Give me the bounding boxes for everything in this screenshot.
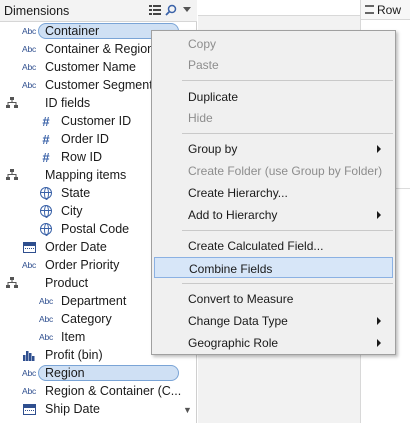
submenu-arrow-icon [377,317,381,325]
globe-icon [36,204,56,218]
histogram-icon [19,348,39,362]
menu-item-add-to-hierarchy[interactable]: Add to Hierarchy [154,204,393,225]
menu-item-create-calculated-field[interactable]: Create Calculated Field... [154,235,393,256]
submenu-arrow-icon [377,339,381,347]
dropdown-arrow-icon[interactable] [180,3,194,17]
shelf-strip [198,0,360,16]
string-type-icon: Abc [38,314,54,324]
field-label: Customer ID [61,114,132,128]
menu-separator [182,283,393,284]
hierarchy-label: Product [45,276,89,290]
menu-item-label: Convert to Measure [188,292,294,306]
field-label: Category [61,312,112,326]
hierarchy-icon [2,168,22,182]
menu-item-label: Group by [188,142,238,156]
menu-item-label: Add to Hierarchy [188,208,278,222]
field-label: Postal Code [61,222,130,236]
menu-item-duplicate[interactable]: Duplicate [154,86,393,107]
data-pane-header: Dimensions [0,0,197,22]
string-type-icon: Abc [21,62,37,72]
menu-item-label: Copy [188,37,217,51]
calendar-icon [19,402,39,416]
field-label: Container [45,24,100,38]
menu-item-label: Create Calculated Field... [188,239,324,253]
menu-item-label: Create Hierarchy... [188,186,288,200]
globe-icon [36,222,56,236]
search-icon[interactable] [164,3,178,17]
calendar-icon [19,240,39,254]
number-type-icon: # [42,131,50,147]
field-region-container-combined[interactable]: Abc Region & Container (C... [0,382,197,400]
hierarchy-label: Mapping items [45,168,127,182]
field-region[interactable]: Abc Region [0,364,197,382]
menu-item-label: Change Data Type [188,314,288,328]
menu-item-convert-to-measure[interactable]: Convert to Measure [154,288,393,309]
field-label: Region & Container (C... [45,384,182,398]
field-label: State [61,186,91,200]
string-type-icon: Abc [38,332,54,342]
field-label: Region [45,366,85,380]
menu-item-hide[interactable]: Hide [154,107,393,128]
string-type-icon: Abc [21,26,37,36]
field-ship-date[interactable]: Ship Date [0,400,197,418]
string-type-icon: Abc [21,260,37,270]
string-type-icon: Abc [21,386,37,396]
menu-separator [182,230,393,231]
field-label: Customer Segment [45,78,153,92]
globe-icon [36,186,56,200]
menu-item-copy[interactable]: Copy [154,33,393,54]
string-type-icon: Abc [21,368,37,378]
field-label: Order Date [45,240,107,254]
rows-icon [365,5,374,14]
menu-separator [182,133,393,134]
list-view-icon[interactable] [148,3,162,17]
menu-item-combine-fields[interactable]: Combine Fields [154,257,393,278]
menu-item-label: Geographic Role [188,336,279,350]
field-label: Ship Date [45,402,100,416]
field-label: Item [61,330,86,344]
menu-item-label: Paste [188,58,219,72]
menu-item-geographic-role[interactable]: Geographic Role [154,332,393,353]
field-label: Profit (bin) [45,348,103,362]
context-menu: Copy Paste Duplicate Hide Group by Creat… [151,30,396,355]
scroll-down-icon[interactable]: ▼ [183,405,192,415]
menu-item-create-folder[interactable]: Create Folder (use Group by Folder) [154,160,393,181]
number-type-icon: # [42,149,50,165]
menu-item-label: Hide [188,111,213,125]
string-type-icon: Abc [21,44,37,54]
submenu-arrow-icon [377,145,381,153]
hierarchy-label: ID fields [45,96,91,110]
menu-item-label: Duplicate [188,90,239,104]
menu-item-paste[interactable]: Paste [154,54,393,75]
field-label: Row ID [61,150,102,164]
string-type-icon: Abc [38,296,54,306]
field-label: Order Priority [45,258,120,272]
menu-item-label: Combine Fields [189,262,273,276]
field-label: Order ID [61,132,109,146]
submenu-arrow-icon [377,211,381,219]
field-label: Customer Name [45,60,136,74]
field-label: City [61,204,83,218]
rows-shelf[interactable]: Row [361,0,410,20]
number-type-icon: # [42,113,50,129]
field-label: Container & Region [45,42,155,56]
menu-separator [182,80,393,81]
rows-shelf-label: Row [377,3,402,17]
menu-item-create-hierarchy[interactable]: Create Hierarchy... [154,182,393,203]
hierarchy-icon [2,276,22,290]
string-type-icon: Abc [21,80,37,90]
menu-item-change-data-type[interactable]: Change Data Type [154,310,393,331]
hierarchy-icon [2,96,22,110]
field-label: Department [61,294,127,308]
dimensions-title: Dimensions [4,4,70,18]
menu-item-group-by[interactable]: Group by [154,138,393,159]
menu-item-label: Create Folder (use Group by Folder) [188,164,383,178]
